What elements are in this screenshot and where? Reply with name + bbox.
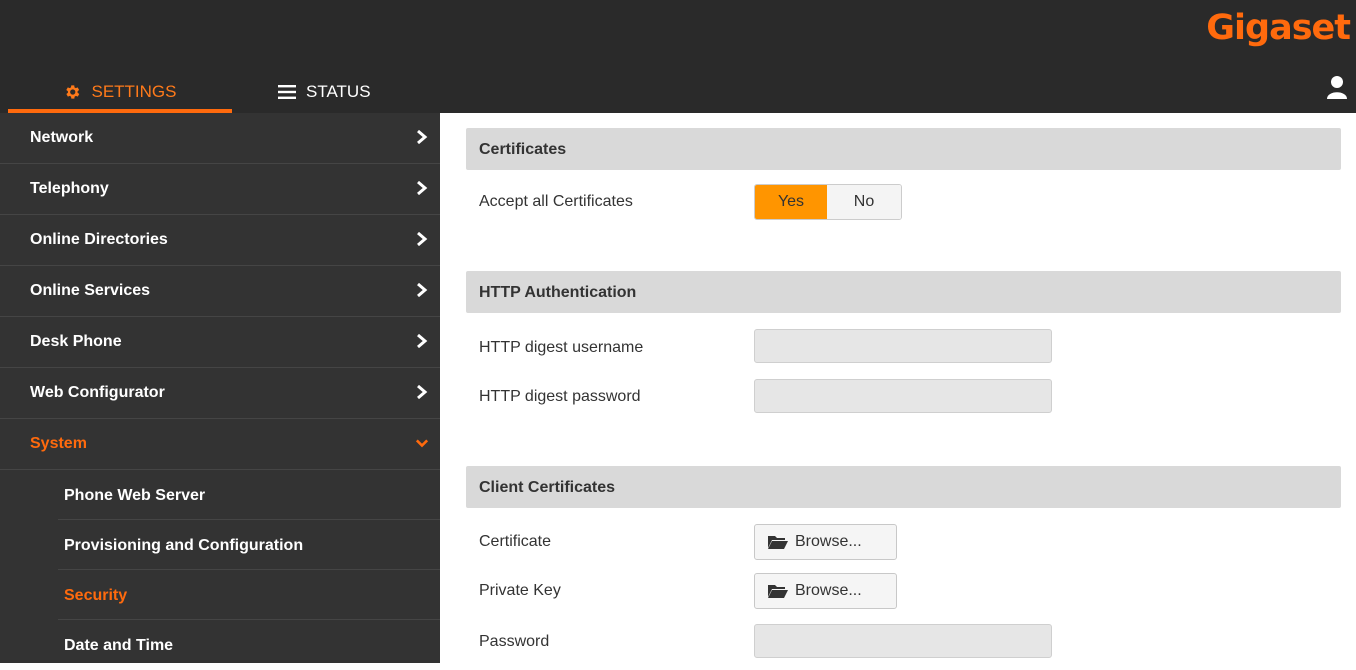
folder-open-icon xyxy=(768,536,788,549)
http-digest-password-label: HTTP digest password xyxy=(479,388,641,405)
sidebar-item-desk-phone[interactable]: Desk Phone xyxy=(0,317,440,368)
sidebar-subitem-phone-web-server[interactable]: Phone Web Server xyxy=(0,470,440,520)
sidebar-subitem-label: Phone Web Server xyxy=(64,487,206,504)
http-digest-username-input[interactable] xyxy=(754,329,1052,363)
sidebar-item-network[interactable]: Network xyxy=(0,113,440,164)
http-digest-password-input[interactable] xyxy=(754,379,1052,413)
section-title: HTTP Authentication xyxy=(479,284,637,301)
folder-open-icon xyxy=(768,585,788,598)
sidebar-subitem-label: Security xyxy=(64,587,128,604)
chevron-right-icon xyxy=(417,130,428,144)
sidebar-item-label: Desk Phone xyxy=(30,333,122,350)
sidebar-item-label: Online Directories xyxy=(30,231,168,248)
sidebar-item-label: Telephony xyxy=(30,180,109,197)
chevron-down-icon xyxy=(416,439,428,448)
private-key-label: Private Key xyxy=(479,582,561,599)
accept-all-certificates-label: Accept all Certificates xyxy=(479,193,633,210)
accept-all-certificates-toggle: Yes No xyxy=(754,184,902,220)
sidebar-item-label: Web Configurator xyxy=(30,384,165,401)
user-icon[interactable] xyxy=(1326,75,1348,99)
sidebar-item-label: Network xyxy=(30,129,94,146)
toggle-yes-button[interactable]: Yes xyxy=(755,185,827,219)
tab-settings[interactable]: SETTINGS xyxy=(8,73,232,111)
toggle-no-button[interactable]: No xyxy=(827,185,901,219)
sidebar-item-online-services[interactable]: Online Services xyxy=(0,266,440,317)
sidebar-subitem-label: Date and Time xyxy=(64,637,174,654)
certificate-browse-button[interactable]: Browse... xyxy=(754,524,897,560)
sidebar-subitem-provisioning[interactable]: Provisioning and Configuration xyxy=(0,520,440,570)
main-content: Certificates Accept all Certificates Yes… xyxy=(456,113,1356,663)
sidebar-subitem-label: Provisioning and Configuration xyxy=(64,537,304,554)
browse-label: Browse... xyxy=(795,582,862,599)
top-bar: Gigaset SETTINGS STATUS xyxy=(0,0,1356,113)
sidebar-item-label: System xyxy=(30,435,87,452)
tab-status-label: STATUS xyxy=(306,82,371,101)
section-title: Client Certificates xyxy=(479,479,616,496)
chevron-right-icon xyxy=(417,283,428,297)
client-certificate-password-input[interactable] xyxy=(754,624,1052,658)
chevron-right-icon xyxy=(417,181,428,195)
sidebar-gap xyxy=(440,113,456,663)
browse-label: Browse... xyxy=(795,533,862,550)
gear-icon xyxy=(66,85,80,99)
tab-settings-label: SETTINGS xyxy=(91,82,177,101)
sidebar-item-system[interactable]: System xyxy=(0,419,440,470)
section-header-http-authentication: HTTP Authentication xyxy=(466,271,1341,313)
gigaset-logo: Gigaset xyxy=(1206,8,1351,48)
sidebar-item-online-directories[interactable]: Online Directories xyxy=(0,215,440,266)
section-title: Certificates xyxy=(479,141,567,158)
section-header-client-certificates: Client Certificates xyxy=(466,466,1341,508)
chevron-right-icon xyxy=(417,334,428,348)
sidebar-subitem-security[interactable]: Security xyxy=(0,570,440,620)
sidebar-item-telephony[interactable]: Telephony xyxy=(0,164,440,215)
sidebar: Network Telephony Online Directories Onl… xyxy=(0,113,440,663)
http-digest-username-label: HTTP digest username xyxy=(479,339,644,356)
password-label: Password xyxy=(479,633,550,650)
tab-status[interactable]: STATUS xyxy=(278,73,371,111)
chevron-right-icon xyxy=(417,385,428,399)
menu-icon xyxy=(278,85,296,99)
certificate-label: Certificate xyxy=(479,533,552,550)
section-header-certificates: Certificates xyxy=(466,128,1341,170)
sidebar-item-web-configurator[interactable]: Web Configurator xyxy=(0,368,440,419)
chevron-right-icon xyxy=(417,232,428,246)
private-key-browse-button[interactable]: Browse... xyxy=(754,573,897,609)
sidebar-item-label: Online Services xyxy=(30,282,151,299)
